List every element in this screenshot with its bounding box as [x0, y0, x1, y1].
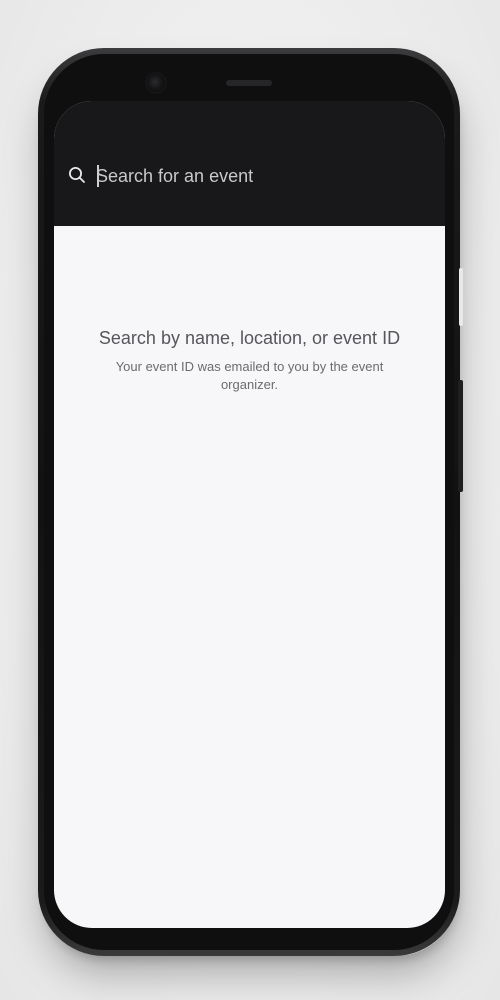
search-icon — [69, 167, 85, 183]
earpiece-speaker — [226, 80, 272, 86]
empty-state-title: Search by name, location, or event ID — [98, 328, 401, 348]
front-camera — [147, 74, 165, 92]
empty-state-subtitle: Your event ID was emailed to you by the … — [115, 359, 384, 392]
text-cursor — [97, 165, 99, 187]
search-input[interactable] — [96, 161, 416, 191]
empty-state: Search by name, location, or event ID Yo… — [94, 327, 405, 394]
device-side-button — [459, 268, 464, 326]
search-bar[interactable] — [54, 159, 445, 193]
device-volume-button — [458, 380, 463, 492]
header-wave — [54, 197, 445, 221]
app-screen: Search by name, location, or event ID Yo… — [54, 101, 445, 928]
